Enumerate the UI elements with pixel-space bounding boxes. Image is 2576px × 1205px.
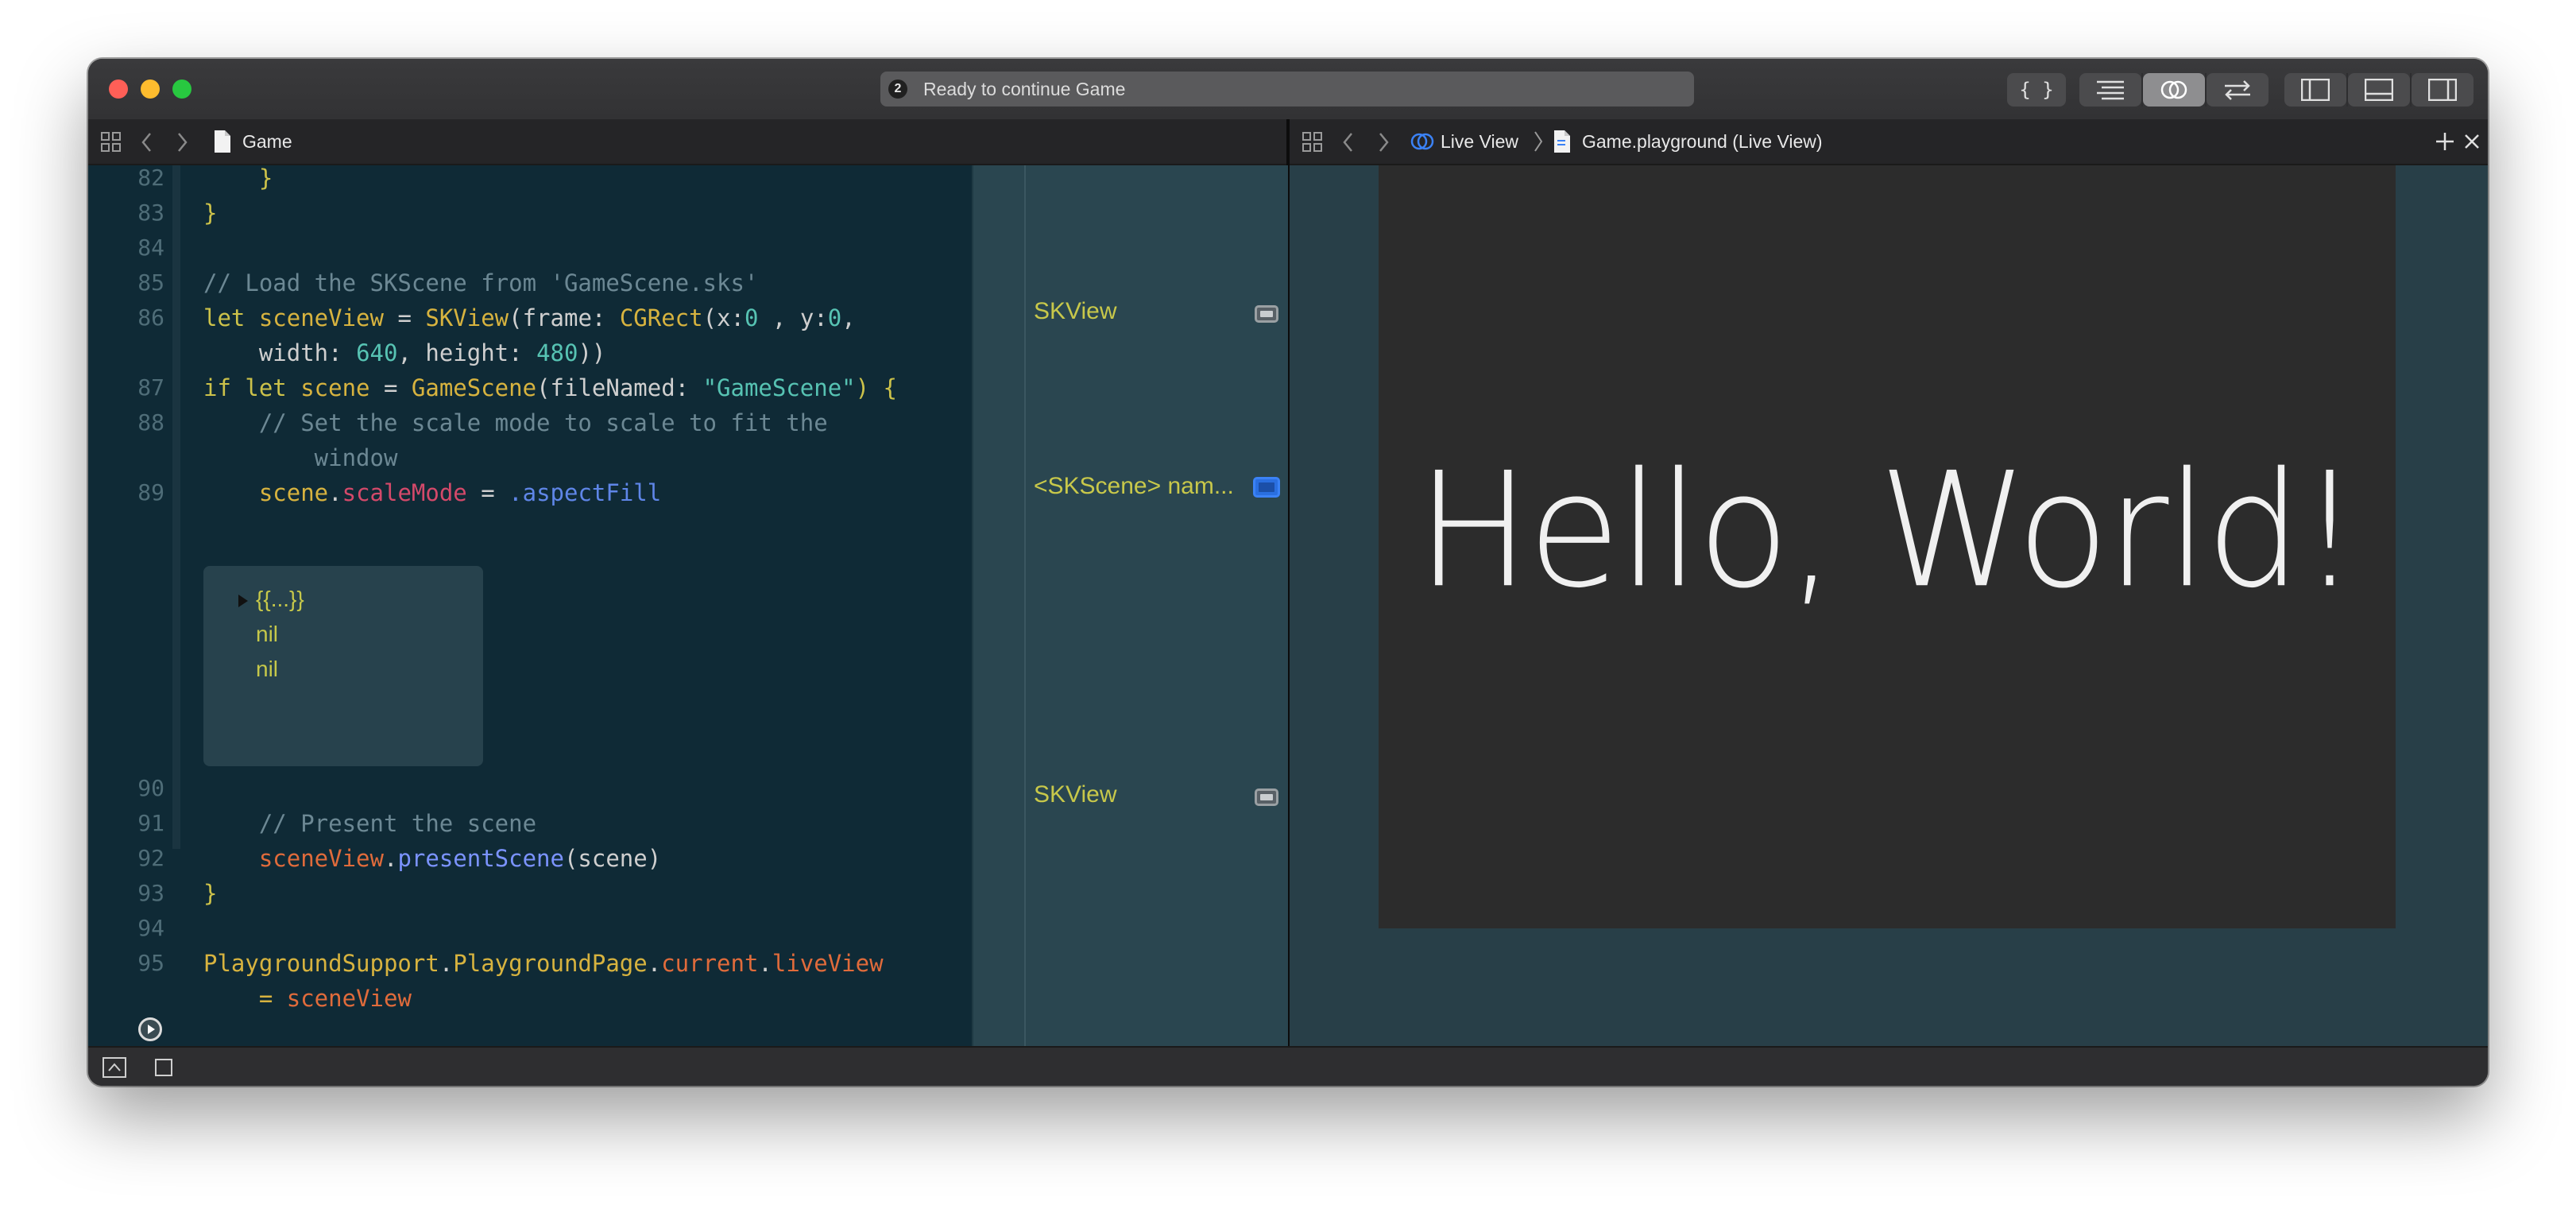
- close-window-button[interactable]: [109, 79, 128, 99]
- disclosure-triangle-icon[interactable]: [238, 595, 248, 607]
- code-line-wrap: width: 640, height: 480)): [203, 339, 606, 366]
- line-number: 87: [137, 374, 164, 401]
- code-line: }: [203, 880, 218, 907]
- result-value[interactable]: SKView: [1034, 777, 1117, 812]
- line-number: 95: [137, 950, 164, 976]
- zoom-window-button[interactable]: [172, 79, 191, 99]
- scene-hello-label: Hello, World!: [1416, 438, 2360, 623]
- result-value[interactable]: SKView: [1034, 294, 1117, 329]
- toolbar: 2 Ready to continue Game { }: [88, 59, 2488, 121]
- assistant-editor-button[interactable]: [2143, 73, 2205, 107]
- right-panel-icon: [2428, 79, 2457, 101]
- code-line: if let scene = GameScene(fileNamed: "Gam…: [203, 374, 898, 401]
- inline-result-row: nil: [256, 622, 279, 646]
- code-line: }: [203, 165, 273, 192]
- results-lane-divider: [1024, 165, 1026, 1046]
- activity-status-text: Ready to continue Game: [923, 79, 1126, 99]
- stop-icon[interactable]: [155, 1059, 172, 1076]
- right-jump-bar: Live View Game.playground (Live View): [1290, 119, 2488, 165]
- toggle-debug-area-button[interactable]: [2348, 73, 2410, 107]
- back-chevron-icon[interactable]: [1342, 132, 1355, 153]
- code-comment-line: // Present the scene: [203, 810, 537, 837]
- line-number: 84: [137, 234, 164, 261]
- activity-viewer: 2 Ready to continue Game: [880, 72, 1694, 107]
- debug-bar: [88, 1046, 2488, 1086]
- related-items-grid-icon[interactable]: [1302, 132, 1323, 153]
- toggle-debug-area-icon[interactable]: [102, 1057, 126, 1078]
- playground-file-icon: [215, 130, 230, 153]
- code-line-wrap: = sceneView: [203, 985, 412, 1012]
- forward-chevron-icon[interactable]: [176, 132, 188, 153]
- minimize-window-button[interactable]: [141, 79, 160, 99]
- result-value[interactable]: <SKScene> nam...: [1034, 469, 1234, 504]
- quick-look-icon[interactable]: [1255, 788, 1278, 806]
- jump-bar-file-name[interactable]: Game: [242, 119, 292, 164]
- code-line: sceneView.presentScene(scene): [258, 845, 662, 872]
- code-comment-line: window: [203, 444, 398, 471]
- show-result-icon[interactable]: [1253, 477, 1280, 498]
- toggle-navigator-button[interactable]: [2284, 73, 2346, 107]
- assistant-rings-icon: [1410, 133, 1434, 150]
- inline-result-row: {{...}}: [256, 587, 304, 611]
- assistant-rings-icon: [2160, 80, 2187, 99]
- line-number: 90: [137, 775, 164, 801]
- xcode-playground-window: 2 Ready to continue Game { } Game Live V…: [88, 59, 2488, 1086]
- breadcrumb-playground-live-view[interactable]: Game.playground (Live View): [1582, 119, 1823, 164]
- left-panel-icon: [2301, 79, 2330, 101]
- source-editor[interactable]: 82 83 84 85 86 87 88 89 90 91 92 93 94 9…: [88, 165, 972, 1046]
- breadcrumb-live-view[interactable]: Live View: [1441, 119, 1518, 164]
- bottom-panel-icon: [2365, 79, 2393, 101]
- code-comment-line: // Load the SKScene from 'GameScene.sks': [203, 269, 759, 296]
- code-line: scene.scaleMode = .aspectFill: [258, 479, 662, 506]
- forward-chevron-icon[interactable]: [1377, 132, 1390, 153]
- line-number: 83: [137, 200, 164, 226]
- line-number: 82: [137, 165, 164, 191]
- back-chevron-icon[interactable]: [141, 132, 153, 153]
- code-snippets-button[interactable]: { }: [2007, 73, 2066, 107]
- quick-look-icon[interactable]: [1255, 305, 1278, 323]
- braces-icon: { }: [2019, 79, 2054, 101]
- inline-result-popover[interactable]: {{...}} nil nil: [203, 566, 483, 766]
- code-line: }: [203, 200, 218, 227]
- line-number: 85: [137, 269, 164, 296]
- code-line: PlaygroundSupport.PlaygroundPage.current…: [203, 950, 884, 977]
- line-number: 94: [137, 915, 164, 941]
- toggle-inspector-button[interactable]: [2412, 73, 2474, 107]
- left-jump-bar: Game: [88, 119, 1286, 165]
- playground-file-icon: [1554, 130, 1570, 153]
- change-gutter: [172, 165, 180, 1046]
- breadcrumb-separator-icon: [1534, 131, 1543, 152]
- version-editor-button[interactable]: [2207, 73, 2269, 107]
- standard-editor-button[interactable]: [2079, 73, 2141, 107]
- code-comment-line: // Set the scale mode to scale to fit th…: [203, 409, 828, 436]
- results-sidebar: [972, 165, 1288, 1046]
- related-items-grid-icon[interactable]: [101, 132, 122, 153]
- live-view-scene[interactable]: Hello, World!: [1379, 165, 2396, 928]
- issue-count-badge[interactable]: 2: [888, 79, 907, 99]
- code-line: let sceneView = SKView(frame: CGRect(x:0…: [203, 304, 856, 331]
- line-number: 86: [137, 304, 164, 331]
- lines-icon: [2097, 80, 2124, 100]
- line-number: 93: [137, 880, 164, 906]
- add-editor-plus-icon[interactable]: [2435, 132, 2454, 151]
- swap-arrows-icon: [2225, 80, 2250, 100]
- run-playground-button[interactable]: [138, 1017, 162, 1041]
- close-editor-icon[interactable]: [2464, 134, 2480, 149]
- line-number: 91: [137, 810, 164, 836]
- line-number: 89: [137, 479, 164, 506]
- line-number: 88: [137, 409, 164, 436]
- inline-result-row: nil: [256, 657, 279, 681]
- line-number: 92: [137, 845, 164, 871]
